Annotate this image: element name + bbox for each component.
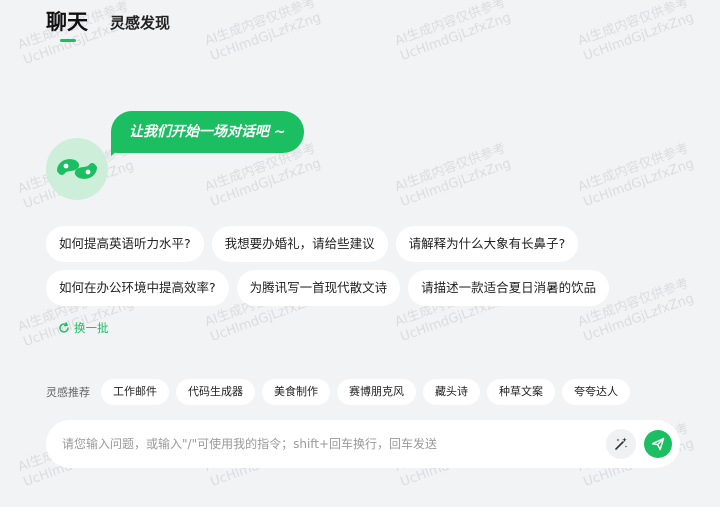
assistant-avatar: [46, 138, 108, 200]
tab-chat[interactable]: 聊天: [46, 8, 88, 42]
inspiration-tag[interactable]: 赛博朋克风: [337, 379, 416, 405]
refresh-label: 换一批: [74, 321, 109, 335]
greeting-bubble: 让我们开始一场对话吧 ~: [111, 111, 304, 153]
send-button[interactable]: [644, 430, 672, 458]
watermark: AI生成内容仅供参考UcHlmdGjLzfxZng: [393, 0, 514, 65]
inspiration-label: 灵感推荐: [46, 386, 90, 399]
inspiration-tag[interactable]: 美食制作: [262, 379, 330, 405]
inspiration-tag[interactable]: 工作邮件: [101, 379, 169, 405]
assistant-logo-icon: [57, 159, 97, 179]
inspiration-tag[interactable]: 藏头诗: [423, 379, 480, 405]
suggestion-chip[interactable]: 我想要办婚礼，请给些建议: [211, 226, 388, 262]
refresh-suggestions-button[interactable]: 换一批: [58, 320, 109, 336]
inspiration-row: 灵感推荐 工作邮件 代码生成器 美食制作 赛博朋克风 藏头诗 种草文案 夸夸达人: [46, 379, 630, 405]
watermark: AI生成内容仅供参考UcHlmdGjLzfxZng: [393, 141, 514, 211]
top-tabs: 聊天 灵感发现: [46, 8, 170, 42]
suggestion-chip[interactable]: 如何在办公环境中提高效率?: [46, 270, 229, 306]
watermark: AI生成内容仅供参考UcHlmdGjLzfxZng: [576, 0, 697, 65]
suggestion-chip[interactable]: 请解释为什么大象有长鼻子?: [395, 226, 579, 262]
suggestion-chip[interactable]: 为腾讯写一首现代散文诗: [236, 270, 401, 306]
prompt-magic-button[interactable]: [606, 429, 636, 459]
active-tab-indicator: [60, 39, 76, 42]
suggestion-chip[interactable]: 请描述一款适合夏日消暑的饮品: [408, 270, 610, 306]
tab-inspiration-discovery[interactable]: 灵感发现: [110, 10, 170, 36]
chat-input[interactable]: [62, 437, 606, 451]
inspiration-tag[interactable]: 代码生成器: [176, 379, 255, 405]
suggestion-chip[interactable]: 如何提高英语听力水平?: [46, 226, 204, 262]
refresh-icon: [59, 322, 69, 333]
suggestion-list: 如何提高英语听力水平? 我想要办婚礼，请给些建议 请解释为什么大象有长鼻子? 如…: [46, 226, 666, 306]
watermark: AI生成内容仅供参考UcHlmdGjLzfxZng: [203, 0, 324, 65]
inspiration-tag[interactable]: 种草文案: [487, 379, 555, 405]
send-icon: [651, 437, 665, 451]
inspiration-tag[interactable]: 夸夸达人: [562, 379, 630, 405]
chat-input-bar: [46, 420, 680, 468]
watermark: AI生成内容仅供参考UcHlmdGjLzfxZng: [576, 141, 697, 211]
tab-chat-label: 聊天: [46, 10, 88, 34]
magic-wand-icon: [615, 437, 628, 450]
